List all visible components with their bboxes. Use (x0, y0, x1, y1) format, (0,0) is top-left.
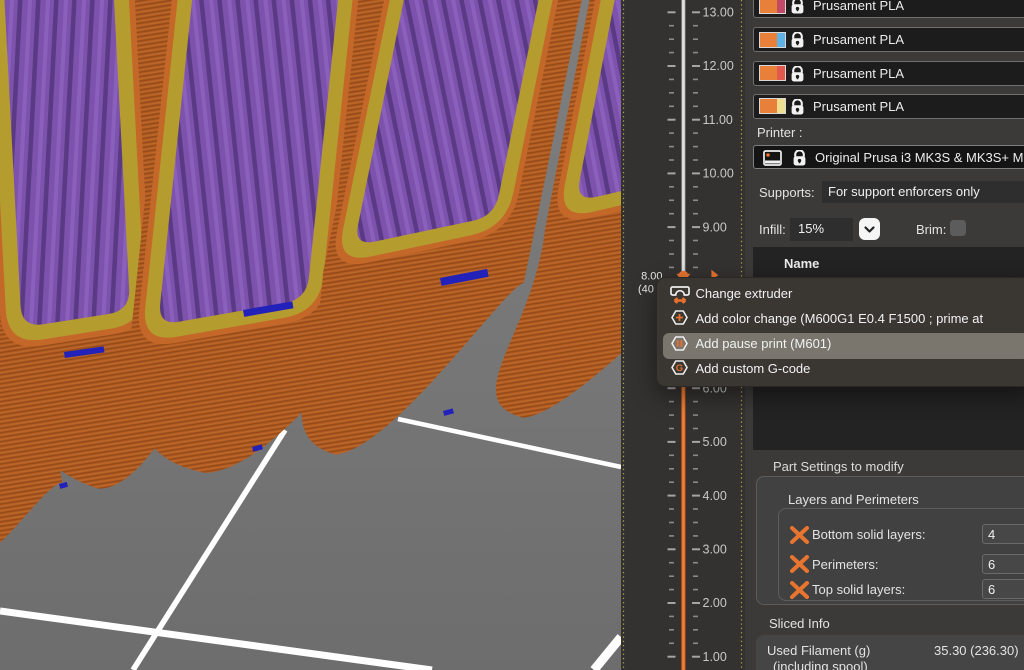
svg-text:3.00: 3.00 (703, 543, 727, 557)
svg-text:5.00: 5.00 (703, 435, 727, 449)
svg-text:11.00: 11.00 (703, 113, 733, 127)
svg-text:9.00: 9.00 (703, 220, 727, 234)
svg-text:4.00: 4.00 (703, 489, 727, 503)
svg-text:(40: (40 (638, 284, 654, 296)
svg-text:G: G (675, 363, 682, 374)
svg-text:10.00: 10.00 (703, 167, 734, 181)
svg-text:12.00: 12.00 (703, 59, 734, 73)
svg-text:1.00: 1.00 (703, 650, 727, 664)
svg-text:2.00: 2.00 (703, 596, 727, 610)
svg-text:13.00: 13.00 (703, 6, 734, 20)
